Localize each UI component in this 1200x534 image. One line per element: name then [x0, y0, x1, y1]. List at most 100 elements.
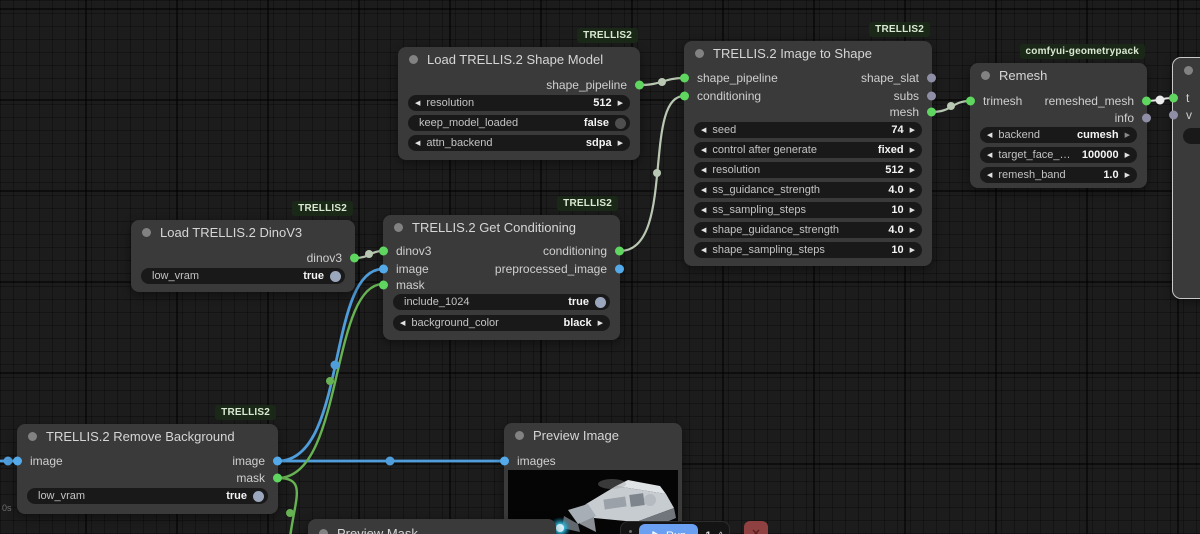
toggle-knob-icon[interactable] [330, 270, 341, 282]
decrement-arrow-icon[interactable]: ◀ [701, 246, 706, 254]
widget-backend[interactable]: ◀ backend cumesh ▶ [980, 127, 1137, 143]
input-dot[interactable] [379, 246, 388, 255]
collapse-dot-icon[interactable] [1184, 65, 1193, 75]
input-dot[interactable] [500, 456, 509, 465]
increment-arrow-icon[interactable]: ▶ [910, 146, 915, 154]
node-title-bar[interactable]: Load TRELLIS.2 DinoV3 [131, 220, 355, 244]
toggle-knob-icon[interactable] [595, 296, 606, 308]
decrement-arrow-icon[interactable]: ◀ [415, 139, 420, 147]
input-dot[interactable] [1169, 110, 1178, 119]
input-slot[interactable]: t [1169, 89, 1189, 106]
decrement-arrow-icon[interactable]: ◀ [701, 166, 706, 174]
input-slot[interactable]: trimesh [966, 92, 1022, 109]
input-dot[interactable] [379, 280, 388, 289]
widget-low-vram[interactable]: low_vram true [141, 268, 345, 284]
widget-control-after-generate[interactable]: ◀ control after generate fixed ▶ [694, 142, 922, 158]
output-slot[interactable]: image [232, 452, 282, 469]
node-preview-mask[interactable]: Preview Mask [308, 519, 556, 534]
collapse-dot-icon[interactable] [394, 222, 403, 232]
widget-partial[interactable] [1183, 128, 1200, 144]
decrement-arrow-icon[interactable]: ◀ [701, 206, 706, 214]
node-title-bar[interactable]: Remesh [970, 63, 1147, 87]
output-slot[interactable]: conditioning [543, 242, 624, 259]
collapse-dot-icon[interactable] [409, 54, 418, 64]
widget-low-vram[interactable]: low_vram true [27, 488, 268, 504]
decrement-arrow-icon[interactable]: ◀ [400, 319, 405, 327]
queue-count[interactable]: 1 [705, 530, 711, 534]
output-slot[interactable]: remeshed_mesh [1045, 92, 1151, 109]
output-slot[interactable]: preprocessed_image [495, 260, 624, 277]
drag-handle-icon[interactable] [629, 529, 632, 534]
increment-arrow-icon[interactable]: ▶ [598, 319, 603, 327]
input-dot[interactable] [680, 73, 689, 82]
decrement-arrow-icon[interactable]: ◀ [987, 171, 992, 179]
decrement-arrow-icon[interactable]: ◀ [987, 151, 992, 159]
input-dot[interactable] [13, 456, 22, 465]
increment-arrow-icon[interactable]: ▶ [910, 126, 915, 134]
collapse-dot-icon[interactable] [695, 48, 704, 58]
widget-attn-backend[interactable]: ◀ attn_backend sdpa ▶ [408, 135, 630, 151]
input-slot[interactable]: shape_pipeline [680, 69, 778, 86]
input-slot[interactable]: v [1169, 106, 1192, 123]
node-remesh[interactable]: comfyui-geometrypack Remesh trimesh reme… [966, 44, 1151, 188]
increment-arrow-icon[interactable]: ▶ [910, 226, 915, 234]
widget-seed[interactable]: ◀ seed 74 ▶ [694, 122, 922, 138]
input-dot[interactable] [1169, 93, 1178, 102]
toggle-knob-icon[interactable] [253, 490, 264, 502]
input-slot[interactable]: image [13, 452, 63, 469]
output-slot[interactable]: shape_pipeline [546, 76, 644, 93]
input-dot[interactable] [966, 96, 975, 105]
node-partial-right[interactable]: t v [1169, 57, 1200, 299]
node-title-bar[interactable]: TRELLIS.2 Remove Background [17, 424, 278, 448]
widget-ss-guidance-strength[interactable]: ◀ ss_guidance_strength 4.0 ▶ [694, 182, 922, 198]
increment-arrow-icon[interactable]: ▶ [910, 186, 915, 194]
output-dot[interactable] [635, 80, 644, 89]
output-dot[interactable] [615, 246, 624, 255]
collapse-dot-icon[interactable] [981, 70, 990, 80]
node-graph-canvas[interactable]: TRELLIS2 Load TRELLIS.2 Shape Model shap… [0, 0, 1200, 534]
output-dot[interactable] [350, 253, 359, 262]
decrement-arrow-icon[interactable]: ◀ [701, 186, 706, 194]
output-dot[interactable] [927, 107, 936, 116]
node-get-conditioning[interactable]: TRELLIS2 TRELLIS.2 Get Conditioning dino… [379, 196, 624, 340]
input-slot[interactable]: mask [379, 276, 425, 293]
toggle-knob-icon[interactable] [615, 117, 626, 129]
node-title-bar[interactable]: TRELLIS.2 Image to Shape [684, 41, 932, 65]
node-title-bar[interactable]: Preview Image [504, 423, 682, 447]
collapse-dot-icon[interactable] [515, 430, 524, 440]
input-slot[interactable]: image [379, 260, 429, 277]
node-load-shape-model[interactable]: TRELLIS2 Load TRELLIS.2 Shape Model shap… [398, 28, 644, 160]
decrement-arrow-icon[interactable]: ◀ [701, 126, 706, 134]
output-slot[interactable]: mask [236, 469, 282, 486]
increment-arrow-icon[interactable]: ▶ [1125, 131, 1130, 139]
node-title-bar[interactable]: Preview Mask [308, 519, 556, 534]
widget-keep-model-loaded[interactable]: keep_model_loaded false [408, 115, 630, 131]
increment-arrow-icon[interactable]: ▶ [618, 139, 623, 147]
widget-shape-guidance-strength[interactable]: ◀ shape_guidance_strength 4.0 ▶ [694, 222, 922, 238]
output-dot[interactable] [927, 73, 936, 82]
output-dot[interactable] [273, 473, 282, 482]
cancel-button[interactable]: ✕ [744, 521, 769, 534]
node-image-to-shape[interactable]: TRELLIS2 TRELLIS.2 Image to Shape shape_… [680, 22, 936, 266]
increment-arrow-icon[interactable]: ▶ [1125, 171, 1130, 179]
widget-include-1024[interactable]: include_1024 true [393, 294, 610, 310]
output-slot[interactable]: subs [894, 87, 936, 104]
widget-shape-sampling-steps[interactable]: ◀ shape_sampling_steps 10 ▶ [694, 242, 922, 258]
output-slot[interactable]: mesh [890, 103, 936, 120]
increment-arrow-icon[interactable]: ▶ [1125, 151, 1130, 159]
decrement-arrow-icon[interactable]: ◀ [415, 99, 420, 107]
node-load-dinov3[interactable]: TRELLIS2 Load TRELLIS.2 DinoV3 dinov3 lo… [131, 201, 359, 292]
widget-target-face-count[interactable]: ◀ target_face_… 100000 ▶ [980, 147, 1137, 163]
node-remove-background[interactable]: TRELLIS2 TRELLIS.2 Remove Background ima… [13, 405, 282, 514]
decrement-arrow-icon[interactable]: ◀ [987, 131, 992, 139]
increment-arrow-icon[interactable]: ▶ [618, 99, 623, 107]
output-dot[interactable] [615, 264, 624, 273]
widget-resolution[interactable]: ◀ resolution 512 ▶ [408, 95, 630, 111]
collapse-dot-icon[interactable] [142, 227, 151, 237]
node-title-bar[interactable]: TRELLIS.2 Get Conditioning [383, 215, 620, 239]
run-button[interactable]: Run [639, 524, 699, 534]
widget-remesh-band[interactable]: ◀ remesh_band 1.0 ▶ [980, 167, 1137, 183]
widget-resolution[interactable]: ◀ resolution 512 ▶ [694, 162, 922, 178]
collapse-dot-icon[interactable] [319, 528, 328, 534]
output-dot[interactable] [1142, 113, 1151, 122]
